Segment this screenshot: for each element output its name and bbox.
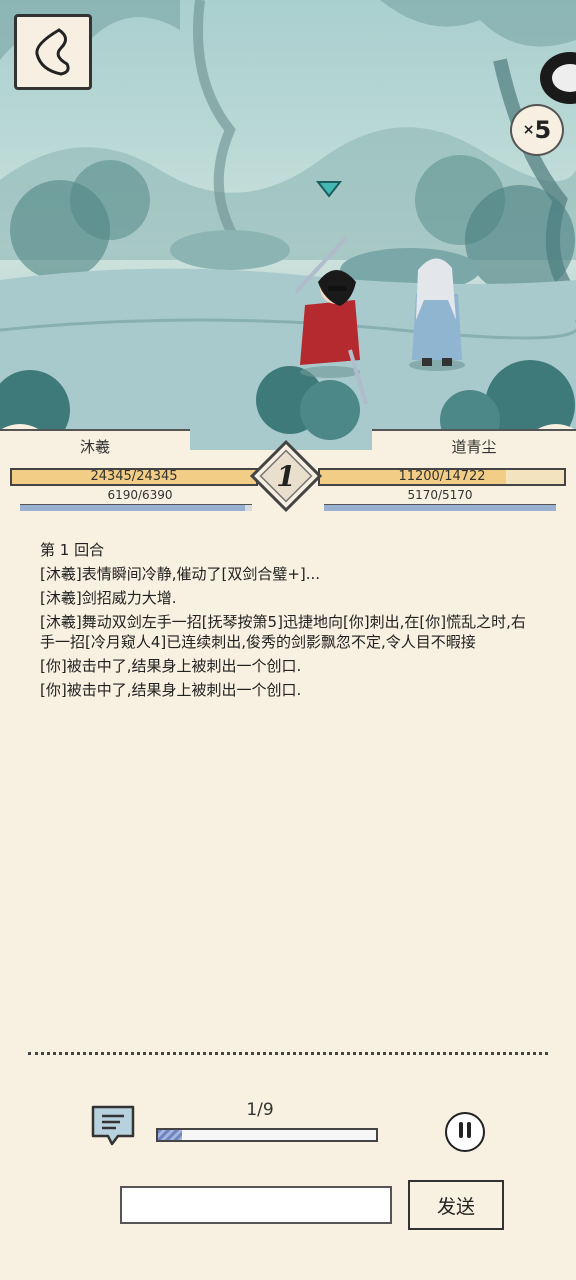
playback-progress-bar[interactable]	[156, 1128, 378, 1142]
round-number: 1	[276, 460, 295, 493]
player-right-name: 道青尘	[451, 437, 497, 456]
hp-text-left: 24345/24345	[90, 469, 178, 484]
hp-bar-right: 11200/14722	[318, 468, 566, 486]
round-badge: 1	[249, 439, 323, 513]
divider	[28, 1052, 548, 1055]
speed-prefix: ×	[522, 122, 535, 138]
battle-log: 第 1 回合 [沐羲]表情瞬间冷静,催动了[双剑合璧+]... [沐羲]剑招威力…	[40, 540, 540, 704]
mp-bar-left	[20, 504, 252, 511]
speed-value: 5	[534, 116, 552, 144]
hp-bar-left: 24345/24345	[10, 468, 258, 486]
hp-text-right: 11200/14722	[398, 469, 486, 484]
back-button[interactable]	[14, 14, 92, 90]
log-line: 第 1 回合	[40, 541, 105, 559]
log-line: [沐羲]舞动双剑左手一招[抚琴按箫5]迅捷地向[你]刺出,在[你]慌乱之时,右手…	[40, 613, 526, 651]
player-left-name: 沐羲	[79, 437, 110, 456]
log-line: [你]被击中了,结果身上被刺出一个创口.	[40, 681, 302, 699]
playback-progress-label: 1/9	[246, 1100, 274, 1120]
playback-progress-fill	[158, 1130, 183, 1140]
log-line: [你]被击中了,结果身上被刺出一个创口.	[40, 657, 302, 675]
back-arrow-icon	[35, 28, 70, 76]
turn-marker-icon	[315, 180, 343, 202]
log-line: [沐羲]剑招威力大增.	[40, 589, 177, 607]
log-line: [沐羲]表情瞬间冷静,催动了[双剑合璧+]...	[40, 565, 321, 583]
send-button[interactable]: 发送	[408, 1180, 504, 1230]
mp-bar-right	[324, 504, 556, 511]
chat-input[interactable]	[120, 1186, 392, 1224]
chat-bubble-icon[interactable]	[90, 1104, 136, 1146]
pause-icon	[457, 1122, 473, 1142]
mp-text-left: 6190/6390	[107, 488, 173, 502]
speed-toggle-button[interactable]: × 5	[510, 104, 564, 156]
mp-text-right: 5170/5170	[407, 488, 473, 502]
pause-button[interactable]	[445, 1112, 485, 1152]
